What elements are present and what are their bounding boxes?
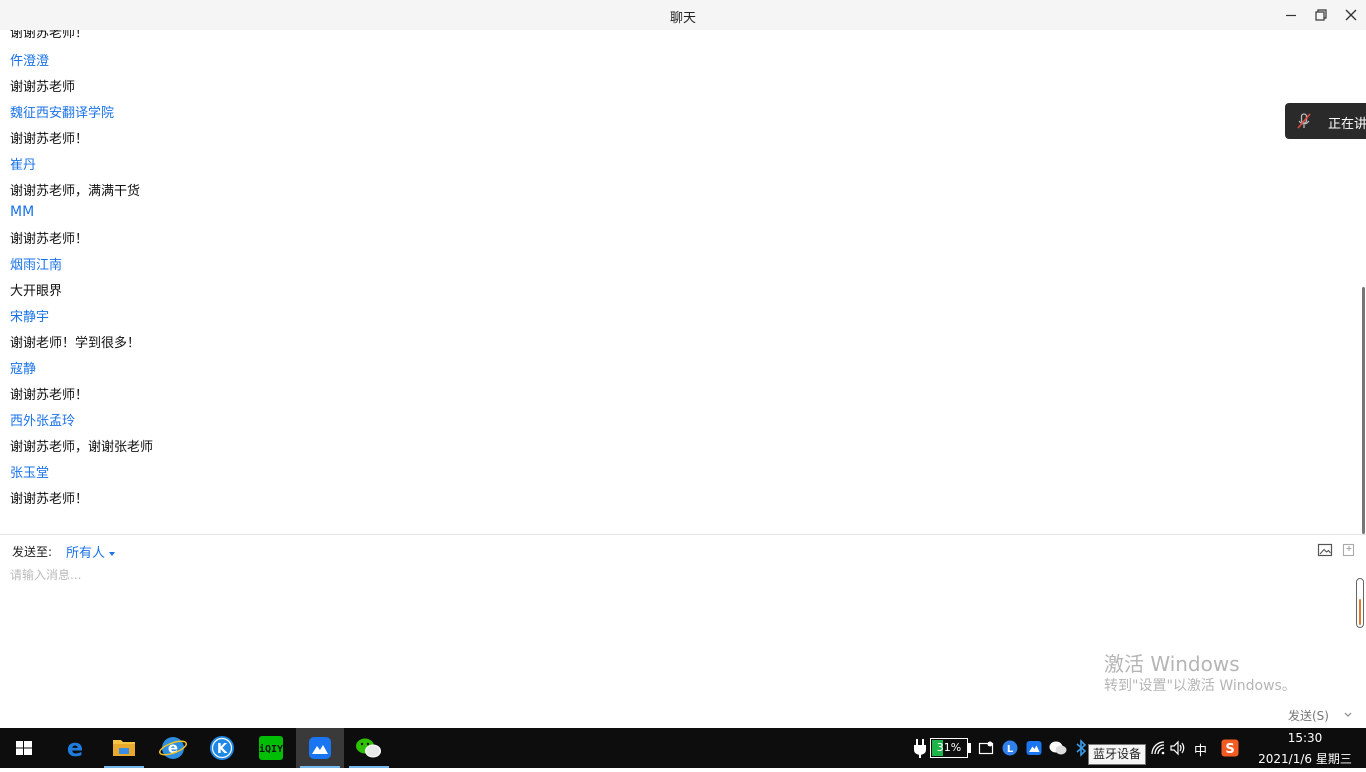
minimize-icon bbox=[1286, 14, 1296, 17]
start-button[interactable] bbox=[0, 728, 48, 768]
activation-watermark-title: 激活 Windows bbox=[1104, 652, 1240, 676]
sender-name[interactable]: 宋静宇 bbox=[10, 306, 49, 325]
wechat-tray-icon[interactable] bbox=[1049, 740, 1067, 756]
image-button[interactable] bbox=[1317, 542, 1333, 558]
ie-icon: e bbox=[158, 737, 188, 759]
message-text: 谢谢苏老师！ bbox=[10, 388, 89, 403]
sender-name[interactable]: 魏征西安翻译学院 bbox=[10, 102, 114, 121]
sender-name[interactable]: 仵澄澄 bbox=[10, 50, 49, 69]
taskbar: e e K iQIY 31% L 中 S bbox=[0, 728, 1366, 768]
taskbar-wechat[interactable] bbox=[345, 728, 393, 768]
svg-text:S: S bbox=[1225, 742, 1234, 757]
chat-message-list[interactable]: 谢谢苏老师！ 仵澄澄 谢谢苏老师 魏征西安翻译学院 谢谢苏老师！ 崔丹 谢谢苏老… bbox=[0, 30, 1366, 534]
compose-divider bbox=[0, 534, 1366, 535]
volume-icon[interactable] bbox=[1170, 740, 1186, 756]
power-plug-icon bbox=[914, 739, 926, 758]
message-text: 谢谢苏老师 bbox=[10, 80, 76, 95]
sender-name[interactable]: 崔丹 bbox=[10, 154, 36, 173]
meeting-icon bbox=[309, 737, 331, 759]
edge-icon: e bbox=[67, 734, 83, 762]
window-title: 聊天 bbox=[669, 11, 696, 26]
input-scrollbar[interactable] bbox=[1356, 578, 1364, 628]
kugou-icon: K bbox=[210, 736, 234, 760]
sender-name[interactable]: 西外张孟玲 bbox=[10, 410, 75, 429]
activation-watermark-subtitle: 转到"设置"以激活 Windows。 bbox=[1104, 678, 1296, 694]
sender-name[interactable]: 张玉堂 bbox=[10, 462, 49, 481]
taskbar-file-explorer[interactable] bbox=[100, 728, 148, 768]
message-text: 谢谢苏老师，满满干货 bbox=[10, 184, 141, 199]
battery-indicator[interactable]: 31% bbox=[930, 738, 968, 758]
meeting-tray-icon[interactable] bbox=[1026, 740, 1042, 756]
input-scrollbar-thumb[interactable] bbox=[1359, 599, 1361, 625]
sender-name[interactable]: 烟雨江南 bbox=[10, 254, 62, 273]
recipient-value: 所有人 bbox=[66, 546, 106, 561]
send-options-button[interactable] bbox=[1340, 706, 1356, 724]
speaking-text: 正在讲 bbox=[1328, 117, 1366, 132]
folder-icon bbox=[113, 740, 135, 756]
restore-icon bbox=[1315, 9, 1327, 21]
message-text: 谢谢苏老师！ bbox=[10, 132, 89, 147]
iqiyi-icon: iQIY bbox=[259, 736, 283, 760]
taskbar-meeting[interactable] bbox=[296, 728, 344, 768]
taskbar-kugou[interactable]: K bbox=[198, 728, 246, 768]
windows-start-icon bbox=[16, 741, 32, 755]
lark-icon[interactable]: L bbox=[1002, 740, 1018, 756]
bluetooth-tooltip: 蓝牙设备 bbox=[1088, 744, 1146, 765]
message-text: 大开眼界 bbox=[10, 284, 63, 299]
send-to-label: 发送至: bbox=[12, 545, 53, 559]
svg-text:K: K bbox=[217, 742, 228, 757]
screenshot-icon bbox=[1342, 543, 1355, 557]
ime-indicator[interactable]: 中 bbox=[1194, 740, 1207, 759]
message-text: 谢谢苏老师，谢谢张老师 bbox=[10, 440, 154, 455]
screenshot-button[interactable] bbox=[1341, 542, 1357, 558]
sender-name[interactable]: 寇静 bbox=[10, 358, 36, 377]
close-icon bbox=[1345, 9, 1357, 21]
sogou-ime-icon[interactable]: S bbox=[1221, 739, 1239, 757]
chat-scrollbar[interactable] bbox=[1362, 287, 1365, 534]
send-button[interactable]: 发送(S) bbox=[1288, 707, 1329, 724]
battery-percent: 31% bbox=[936, 741, 962, 754]
clock-time[interactable]: 15:30 bbox=[1240, 731, 1366, 745]
speaking-toast: 正在讲 bbox=[1285, 103, 1366, 139]
title-bar: 聊天 bbox=[0, 0, 1366, 30]
svg-text:e: e bbox=[67, 734, 83, 762]
message-text: 谢谢老师！学到很多！ bbox=[10, 336, 141, 351]
sender-name[interactable]: MM bbox=[10, 204, 34, 220]
message-text: 谢谢苏老师！ bbox=[10, 30, 89, 41]
minimize-button[interactable] bbox=[1281, 5, 1301, 25]
recipient-dropdown[interactable]: 所有人 bbox=[66, 542, 116, 561]
caret-down-icon bbox=[109, 551, 116, 556]
display-icon[interactable] bbox=[978, 740, 994, 756]
bluetooth-icon[interactable] bbox=[1074, 739, 1088, 757]
message-text: 谢谢苏老师！ bbox=[10, 492, 89, 507]
close-button[interactable] bbox=[1341, 5, 1361, 25]
taskbar-edge[interactable]: e bbox=[51, 728, 99, 768]
taskbar-iqiyi[interactable]: iQIY bbox=[247, 728, 295, 768]
wechat-icon bbox=[356, 738, 381, 758]
battery-cap bbox=[968, 743, 971, 753]
muted-mic-icon bbox=[1297, 113, 1311, 129]
chevron-down-icon bbox=[1344, 712, 1352, 717]
taskbar-ie[interactable]: e bbox=[149, 728, 197, 768]
svg-text:L: L bbox=[1007, 744, 1014, 755]
clock-date[interactable]: 2021/1/6 星期三 bbox=[1240, 750, 1366, 767]
wifi-icon[interactable] bbox=[1150, 740, 1166, 756]
restore-button[interactable] bbox=[1311, 5, 1331, 25]
message-text: 谢谢苏老师！ bbox=[10, 232, 89, 247]
image-icon bbox=[1317, 543, 1333, 557]
svg-text:iQIY: iQIY bbox=[259, 743, 283, 755]
